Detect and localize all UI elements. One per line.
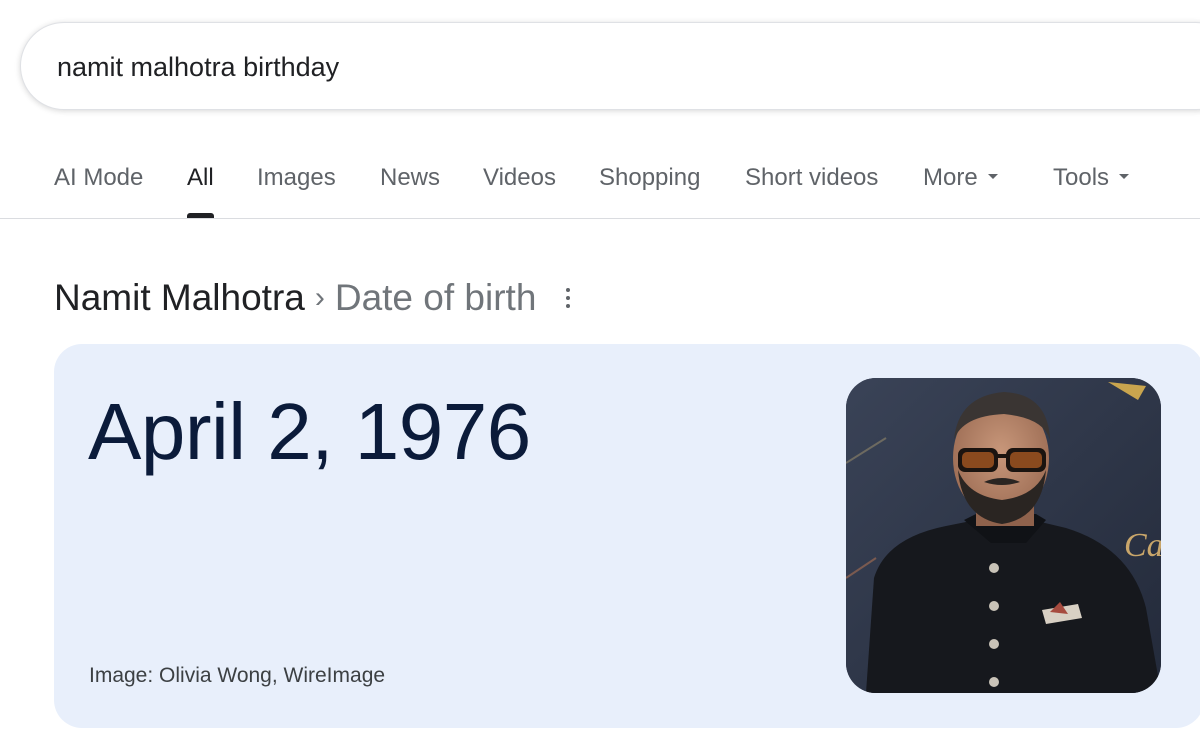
tab-shopping[interactable]: Shopping bbox=[599, 164, 700, 218]
birth-date-answer: April 2, 1976 bbox=[88, 387, 531, 476]
search-tabs: AI Mode All Images News Videos Shopping … bbox=[0, 150, 1200, 219]
search-box[interactable] bbox=[20, 22, 1200, 111]
breadcrumb-separator: › bbox=[314, 281, 325, 314]
tab-label: Short videos bbox=[745, 164, 879, 191]
chevron-down-icon bbox=[987, 174, 998, 180]
tab-label: Shopping bbox=[599, 164, 701, 191]
tab-label: All bbox=[187, 164, 214, 191]
attribute-name: Date of birth bbox=[334, 277, 537, 318]
image-credit: Image: Olivia Wong, WireImage bbox=[89, 664, 386, 687]
person-photo-illustration: Ca bbox=[846, 378, 1161, 693]
tab-ai-mode[interactable]: AI Mode bbox=[54, 164, 143, 218]
tab-news[interactable]: News bbox=[380, 164, 440, 218]
tab-all[interactable]: All bbox=[187, 164, 214, 218]
search-input[interactable] bbox=[57, 23, 1157, 111]
tab-label: Images bbox=[257, 164, 336, 191]
tab-tools[interactable]: Tools bbox=[1053, 164, 1130, 218]
more-vert-icon[interactable] bbox=[556, 283, 580, 313]
answer-card: April 2, 1976 Image: Olivia Wong, WireIm… bbox=[54, 344, 1200, 728]
tab-label: More bbox=[923, 164, 978, 191]
entity-name[interactable]: Namit Malhotra bbox=[54, 277, 305, 319]
result-heading: Namit Malhotra › Date of birth bbox=[54, 276, 580, 320]
backdrop-text: Ca bbox=[1124, 527, 1161, 564]
tab-label: Tools bbox=[1053, 164, 1110, 191]
tab-images[interactable]: Images bbox=[257, 164, 336, 218]
chevron-down-icon bbox=[1119, 174, 1130, 180]
tab-label: News bbox=[380, 164, 441, 191]
tab-short-videos[interactable]: Short videos bbox=[745, 164, 878, 218]
tab-label: Videos bbox=[483, 164, 556, 191]
person-photo[interactable]: Ca bbox=[846, 378, 1161, 693]
tab-more[interactable]: More bbox=[923, 164, 998, 218]
tab-videos[interactable]: Videos bbox=[483, 164, 556, 218]
tab-label: AI Mode bbox=[54, 164, 144, 191]
